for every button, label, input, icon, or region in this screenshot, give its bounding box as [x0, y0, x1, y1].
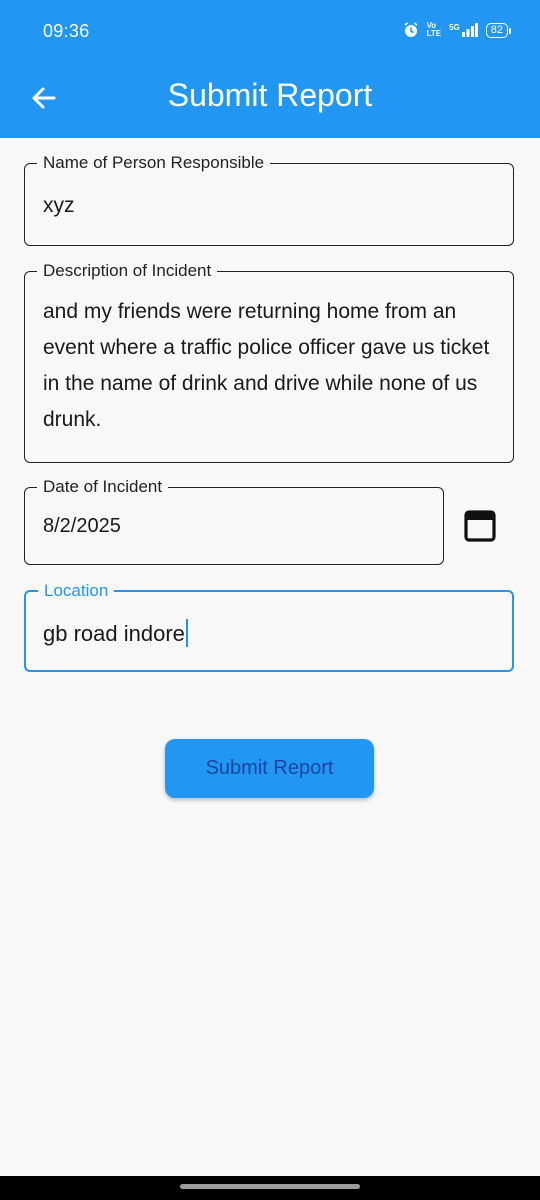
page-title: Submit Report	[167, 77, 373, 113]
status-bar: 09:36 Vo LTE 5G 82	[0, 0, 540, 60]
date-field-value: 8/2/2025	[43, 515, 121, 537]
volte-icon: Vo LTE	[427, 22, 442, 38]
alarm-icon	[404, 22, 418, 37]
home-gesture-handle[interactable]	[180, 1184, 360, 1189]
battery-icon: 82	[485, 22, 512, 38]
signal-5g-label: 5G	[449, 23, 460, 32]
status-time: 09:36	[43, 21, 90, 41]
description-field-value: and my friends were returning home from …	[43, 300, 490, 431]
submit-report-button[interactable]: Submit Report	[165, 739, 374, 798]
location-field-value: gb road indore	[43, 621, 185, 646]
description-field[interactable]: Description of Incident and my friends w…	[24, 261, 514, 463]
date-field[interactable]: Date of Incident 8/2/2025	[24, 477, 444, 565]
name-field-label: Name of Person Responsible	[37, 153, 271, 173]
app-bar: Submit Report	[0, 60, 540, 138]
signal-icon: 5G	[449, 23, 478, 37]
date-picker-button[interactable]	[462, 507, 498, 543]
location-field-label: Location	[38, 581, 115, 601]
location-field-text: gb road indore	[43, 619, 188, 647]
status-icons: Vo LTE 5G 82	[403, 22, 512, 38]
name-field[interactable]: Name of Person Responsible xyz	[24, 153, 514, 246]
volte-bottom-text: LTE	[426, 29, 442, 38]
date-field-label: Date of Incident	[37, 477, 169, 497]
location-field[interactable]: Location gb road indore	[24, 581, 514, 672]
description-field-label: Description of Incident	[37, 261, 218, 281]
system-nav-bar	[0, 1176, 540, 1200]
text-cursor	[185, 619, 188, 647]
name-field-value: xyz	[43, 194, 75, 217]
signal-bars-icon	[461, 23, 478, 37]
calendar-icon	[464, 510, 496, 542]
